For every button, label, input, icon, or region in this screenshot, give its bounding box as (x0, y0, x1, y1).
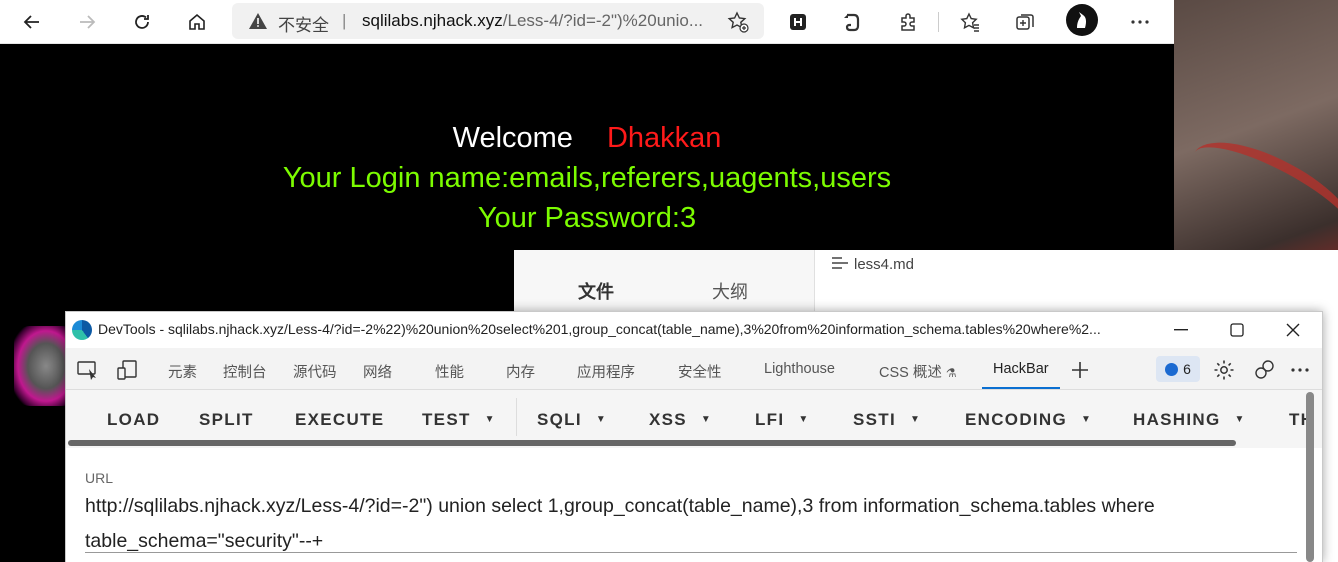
warning-icon (249, 13, 267, 29)
extensions-icon[interactable] (894, 8, 922, 36)
document-title: less4.md (832, 256, 914, 273)
maximize-icon[interactable] (1214, 316, 1260, 344)
settings-gear-icon[interactable] (1212, 358, 1236, 382)
close-icon[interactable] (1270, 316, 1316, 344)
add-favorite-icon[interactable] (726, 10, 750, 34)
menu-divider (516, 398, 517, 436)
url-input[interactable]: http://sqlilabs.njhack.xyz/Less-4/?id=-2… (85, 489, 1205, 559)
hackbar-extension-icon[interactable] (784, 8, 812, 36)
inspect-element-icon[interactable] (76, 358, 100, 382)
forward-icon[interactable] (71, 6, 103, 38)
hashing-dropdown[interactable]: HASHING ▼ (1133, 410, 1246, 430)
chevron-down-icon: ▼ (484, 414, 496, 425)
chevron-down-icon: ▼ (1234, 414, 1246, 425)
tab-sources[interactable]: 源代码 (293, 361, 337, 382)
password-line: Your Password:3 (477, 202, 697, 234)
tab-network[interactable]: 网络 (363, 361, 392, 382)
tab-css-overview[interactable]: CSS 概述 ⚗ (879, 361, 957, 382)
vertical-scrollbar[interactable] (1306, 392, 1314, 562)
execute-button[interactable]: EXECUTE (295, 410, 384, 430)
experiment-flask-icon: ⚗ (945, 366, 957, 380)
tab-performance[interactable]: 性能 (435, 361, 464, 382)
back-icon[interactable] (16, 6, 48, 38)
horizontal-scrollbar[interactable] (68, 440, 1236, 446)
tab-console[interactable]: 控制台 (223, 361, 267, 382)
url-input-underline (85, 552, 1297, 553)
welcome-text: Welcome (452, 122, 573, 154)
url-panel: URL http://sqlilabs.njhack.xyz/Less-4/?i… (66, 448, 1322, 562)
more-icon[interactable] (1126, 8, 1154, 36)
feedback-icon[interactable] (1252, 358, 1276, 382)
tab-file[interactable]: 文件 (578, 278, 614, 304)
tab-security[interactable]: 安全性 (678, 361, 722, 382)
home-icon[interactable] (181, 6, 213, 38)
welcome-line: Welcome Dhakkan (0, 122, 1174, 155)
devtools-title: DevTools - sqlilabs.njhack.xyz/Less-4/?i… (98, 321, 1101, 337)
chevron-down-icon: ▼ (700, 414, 713, 425)
refresh-icon[interactable] (126, 6, 158, 38)
add-tab-icon[interactable] (1068, 358, 1092, 382)
load-button[interactable]: LOAD (107, 410, 160, 430)
address-separator: | (342, 11, 347, 30)
edge-logo-icon (72, 320, 92, 340)
xss-dropdown[interactable]: XSS ▼ (649, 410, 712, 430)
browser-toolbar: 不安全 | sqlilabs.njhack.xyz/Less-4/?id=-2"… (0, 0, 1174, 44)
tab-lighthouse[interactable]: Lighthouse (764, 361, 835, 377)
lfi-dropdown[interactable]: LFI ▼ (755, 410, 810, 430)
minimize-icon[interactable] (1158, 316, 1204, 344)
menu-lines-icon (832, 257, 848, 269)
chevron-down-icon: ▼ (1081, 414, 1093, 425)
devtools-more-icon[interactable] (1288, 358, 1312, 382)
login-name-line: Your Login name:emails,referers,uagents,… (282, 162, 892, 194)
encoding-dropdown[interactable]: ENCODING ▼ (965, 410, 1092, 430)
user-name: Dhakkan (606, 122, 722, 154)
insecure-label: 不安全 (278, 16, 329, 35)
tab-memory[interactable]: 内存 (506, 361, 535, 382)
ssti-dropdown[interactable]: SSTI ▼ (853, 410, 921, 430)
address-url[interactable]: sqlilabs.njhack.xyz/Less-4/?id=-2")%20un… (362, 11, 712, 31)
favorites-icon[interactable] (956, 8, 984, 36)
tab-application[interactable]: 应用程序 (577, 361, 635, 382)
tab-elements[interactable]: 元素 (168, 361, 197, 382)
devtools-window: DevTools - sqlilabs.njhack.xyz/Less-4/?i… (65, 311, 1323, 562)
chevron-down-icon: ▼ (595, 414, 608, 425)
test-dropdown[interactable]: TEST ▼ (422, 410, 496, 430)
active-tab-indicator (982, 387, 1060, 389)
devtools-titlebar: DevTools - sqlilabs.njhack.xyz/Less-4/?i… (66, 312, 1322, 348)
tab-hackbar[interactable]: HackBar (993, 361, 1049, 377)
chevron-down-icon: ▼ (910, 414, 922, 425)
screen: 不安全 | sqlilabs.njhack.xyz/Less-4/?id=-2"… (0, 0, 1338, 562)
split-button[interactable]: SPLIT (199, 410, 254, 430)
tab-outline[interactable]: 大纲 (712, 278, 748, 304)
issues-icon (1165, 362, 1179, 376)
profile-avatar[interactable] (1066, 4, 1098, 36)
issues-count: 6 (1183, 361, 1191, 377)
toolbar-divider (938, 12, 939, 32)
collections-icon[interactable] (1011, 8, 1039, 36)
url-label: URL (85, 470, 114, 486)
sqli-dropdown[interactable]: SQLI ▼ (537, 410, 607, 430)
address-bar[interactable]: 不安全 | sqlilabs.njhack.xyz/Less-4/?id=-2"… (232, 3, 764, 39)
chevron-down-icon: ▼ (798, 414, 810, 425)
issues-badge[interactable]: 6 (1156, 356, 1200, 382)
device-emulation-icon[interactable] (116, 358, 140, 382)
evernote-extension-icon[interactable] (838, 8, 866, 36)
devtools-tabbar: 元素 控制台 源代码 网络 性能 内存 应用程序 安全性 Lighthouse … (66, 348, 1322, 390)
